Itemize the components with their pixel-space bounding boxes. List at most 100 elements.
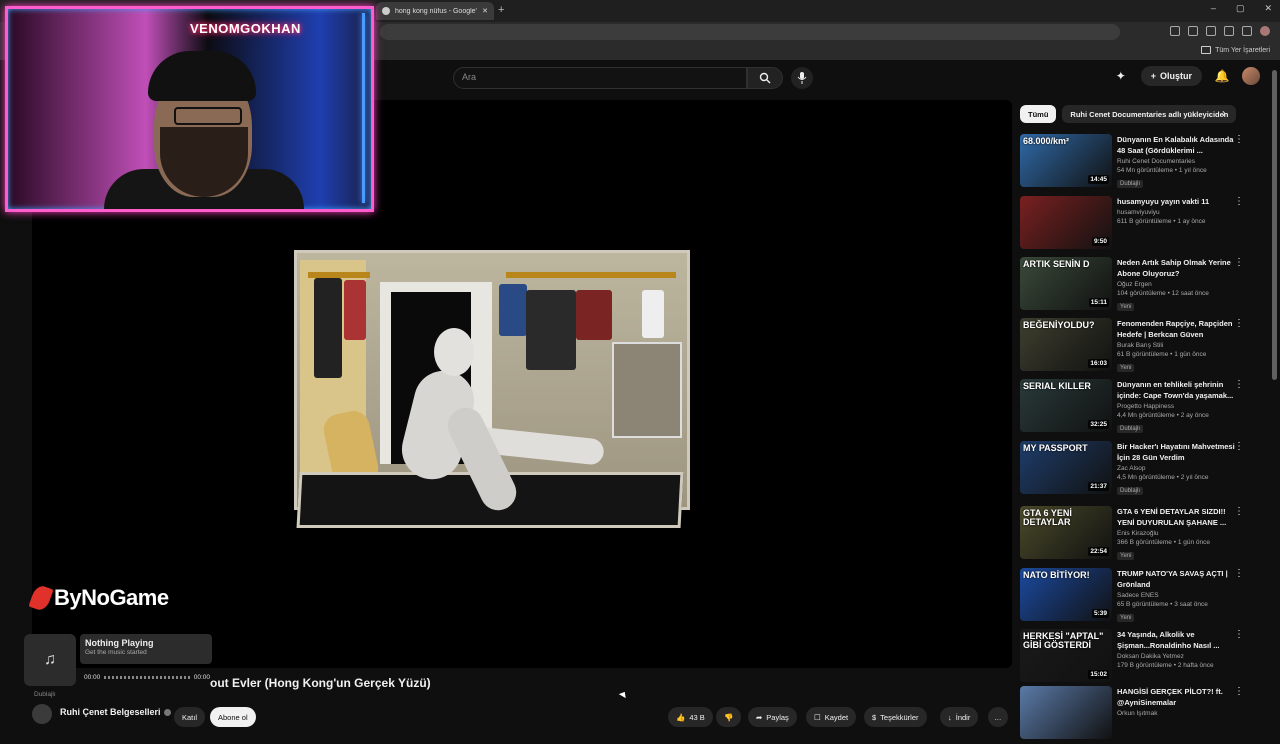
recommendation-title[interactable]: Fenomenden Rapçiye, Rapçiden Hedefe | Be… <box>1117 318 1235 340</box>
account-avatar[interactable] <box>1242 67 1260 85</box>
folder-icon <box>1201 46 1212 54</box>
thumbnail-text: MY PASSPORT <box>1023 443 1088 453</box>
screenshot-icon[interactable] <box>1170 26 1180 36</box>
more-actions-button[interactable]: … <box>988 707 1008 727</box>
all-bookmarks-label: Tüm Yer İşaretleri <box>1215 46 1270 54</box>
chip-from-uploader[interactable]: Ruhi Cenet Documentaries adlı yükleyicid… <box>1062 105 1237 123</box>
recommendation-title[interactable]: Neden Artık Sahip Olmak Yerine Abone Olu… <box>1117 257 1235 279</box>
shelf-unit <box>612 342 682 438</box>
streamer-webcam-overlay: VENOMGOKHAN <box>5 6 374 212</box>
recommendation-item[interactable]: BEĞENİYOLDU? 16:03 Fenomenden Rapçiye, R… <box>1020 318 1246 376</box>
more-vert-icon[interactable]: ⋮ <box>1234 196 1244 207</box>
join-button[interactable]: Katıl <box>174 707 206 727</box>
more-vert-icon[interactable]: ⋮ <box>1234 134 1244 145</box>
extensions-icon[interactable] <box>1224 26 1234 36</box>
video-thumbnail[interactable]: ARTIK SENİN D 15:11 <box>1020 257 1112 310</box>
recommendation-channel[interactable]: Zac Alsop <box>1117 465 1235 472</box>
browser-tab-title: hong kong nüfus - Google'da Ara <box>395 7 477 15</box>
maximize-button[interactable]: ▢ <box>1236 3 1245 14</box>
recommendation-item[interactable]: MY PASSPORT 21:37 Bir Hacker'ı Hayatını … <box>1020 441 1246 499</box>
channel-avatar[interactable] <box>32 704 52 724</box>
close-window-button[interactable]: ✕ <box>1264 3 1272 14</box>
reading-list-icon[interactable] <box>1242 26 1252 36</box>
subscribe-button[interactable]: Abone ol <box>210 707 256 727</box>
minimize-button[interactable]: – <box>1211 3 1216 14</box>
zoom-icon[interactable] <box>1188 26 1198 36</box>
more-vert-icon[interactable]: ⋮ <box>1234 257 1244 268</box>
video-thumbnail[interactable]: HERKESİ "APTAL" GİBİ GÖSTERDİ 15:02 <box>1020 629 1112 682</box>
chevron-right-icon[interactable]: › <box>1222 106 1226 120</box>
more-vert-icon[interactable]: ⋮ <box>1234 686 1244 697</box>
video-thumbnail[interactable]: MY PASSPORT 21:37 <box>1020 441 1112 494</box>
recommendation-channel[interactable]: Sadece ENES <box>1117 592 1235 599</box>
save-button[interactable]: ☐ Kaydet <box>806 707 857 727</box>
recommendation-title[interactable]: TRUMP NATO'YA SAVAŞ AÇTI | Grönland <box>1117 568 1235 590</box>
recommendation-title[interactable]: HANGİSİ GERÇEK PİLOT?! ft. @AyniSinemala… <box>1117 686 1235 708</box>
gemini-sparkle-icon[interactable]: ✦ <box>1113 68 1129 84</box>
recommendation-channel[interactable]: Orkun Işıtmak <box>1117 710 1235 717</box>
video-thumbnail[interactable]: 9:50 <box>1020 196 1112 249</box>
recommendation-title[interactable]: 34 Yaşında, Alkolik ve Şişman...Ronaldin… <box>1117 629 1235 651</box>
recommendation-item[interactable]: 68.000/km² 14:45 Dünyanın En Kalabalık A… <box>1020 134 1246 192</box>
recommendation-title[interactable]: Dünyanın en tehlikeli şehrinin içinde: C… <box>1117 379 1235 401</box>
create-button[interactable]: + Oluştur <box>1140 66 1202 86</box>
recommendation-channel[interactable]: Doksan Dakika Yetmez <box>1117 653 1235 660</box>
recommendation-item[interactable]: GTA 6 YENİ DETAYLAR 22:54 GTA 6 YENİ DET… <box>1020 506 1246 564</box>
recommendation-item[interactable]: ARTIK SENİN D 15:11 Neden Artık Sahip Ol… <box>1020 257 1246 315</box>
address-bar[interactable] <box>380 24 1120 40</box>
more-vert-icon[interactable]: ⋮ <box>1234 629 1244 640</box>
microphone-icon <box>797 72 807 84</box>
video-thumbnail[interactable]: BEĞENİYOLDU? 16:03 <box>1020 318 1112 371</box>
recommendation-title[interactable]: husamyuyu yayın vakti 11 <box>1117 196 1235 207</box>
dislike-button[interactable]: 👎 <box>716 707 742 727</box>
recommendation-channel[interactable]: Progetto Happiness <box>1117 403 1235 410</box>
video-thumbnail[interactable]: SERIAL KILLER 32:25 <box>1020 379 1112 432</box>
video-thumbnail[interactable]: NATO BİTİYOR! 5:39 <box>1020 568 1112 621</box>
notifications-bell-icon[interactable]: 🔔 <box>1214 68 1230 84</box>
video-thumbnail[interactable]: GTA 6 YENİ DETAYLAR 22:54 <box>1020 506 1112 559</box>
voice-search-button[interactable] <box>791 67 813 89</box>
recommendation-channel[interactable]: husamviyuviyu <box>1117 209 1235 216</box>
search-button[interactable] <box>747 67 783 89</box>
watermark-text: ByNoGame <box>54 585 169 610</box>
profile-avatar-icon[interactable] <box>1260 26 1270 36</box>
bookmark-star-icon[interactable] <box>1206 26 1216 36</box>
progress-bar <box>104 676 190 679</box>
recommendation-item[interactable]: NATO BİTİYOR! 5:39 TRUMP NATO'YA SAVAŞ A… <box>1020 568 1246 626</box>
recommendation-item[interactable]: HANGİSİ GERÇEK PİLOT?! ft. @AyniSinemala… <box>1020 686 1246 744</box>
recommendation-channel[interactable]: Enis Kirazoğlu <box>1117 530 1235 537</box>
recommendation-title[interactable]: Dünyanın En Kalabalık Adasında 48 Saat (… <box>1117 134 1235 156</box>
recommendation-channel[interactable]: Ruhi Cenet Documentaries <box>1117 158 1235 165</box>
recommendation-item[interactable]: SERIAL KILLER 32:25 Dünyanın en tehlikel… <box>1020 379 1246 437</box>
thumbnail-text: SERIAL KILLER <box>1023 381 1091 391</box>
like-button[interactable]: 👍 43 B <box>668 707 713 727</box>
more-vert-icon[interactable]: ⋮ <box>1234 441 1244 452</box>
video-thumbnail[interactable]: 68.000/km² 14:45 <box>1020 134 1112 187</box>
close-tab-icon[interactable]: ✕ <box>482 7 488 15</box>
recommendation-item[interactable]: HERKESİ "APTAL" GİBİ GÖSTERDİ 15:02 34 Y… <box>1020 629 1246 687</box>
thanks-button[interactable]: $ Teşekkürler <box>864 707 927 727</box>
browser-tab[interactable]: hong kong nüfus - Google'da Ara ✕ <box>376 2 494 20</box>
all-bookmarks-button[interactable]: Tüm Yer İşaretleri <box>1201 46 1270 54</box>
more-vert-icon[interactable]: ⋮ <box>1234 568 1244 579</box>
chip-all[interactable]: Tümü <box>1020 105 1057 123</box>
recommendation-badge: Yeni <box>1117 614 1135 622</box>
more-vert-icon[interactable]: ⋮ <box>1234 506 1244 517</box>
thumbnail-text: 68.000/km² <box>1023 136 1070 146</box>
new-tab-button[interactable]: + <box>498 4 504 16</box>
search-input[interactable]: Ara <box>453 67 747 89</box>
more-vert-icon[interactable]: ⋮ <box>1234 318 1244 329</box>
channel-name-text: Ruhi Çenet Belgeselleri <box>60 707 161 717</box>
recommendation-item[interactable]: 9:50 husamyuyu yayın vakti 11 husamviyuv… <box>1020 196 1246 254</box>
recommendation-channel[interactable]: Burak Barış Stili <box>1117 342 1235 349</box>
recommendation-title[interactable]: GTA 6 YENİ DETAYLAR SIZDI!! YENİ DUYURUL… <box>1117 506 1235 528</box>
share-button[interactable]: ➦ Paylaş <box>748 707 797 727</box>
recommendation-meta: 104 görüntüleme • 12 saat önce <box>1117 290 1209 297</box>
page-scrollbar[interactable] <box>1272 70 1277 380</box>
channel-name[interactable]: Ruhi Çenet Belgeselleri <box>60 707 171 717</box>
video-thumbnail[interactable] <box>1020 686 1112 739</box>
recommendation-title[interactable]: Bir Hacker'ı Hayatını Mahvetmesi İçin 28… <box>1117 441 1235 463</box>
download-button[interactable]: ↓ İndir <box>940 707 979 727</box>
recommendation-channel[interactable]: Oğuz Ergen <box>1117 281 1235 288</box>
more-vert-icon[interactable]: ⋮ <box>1234 379 1244 390</box>
